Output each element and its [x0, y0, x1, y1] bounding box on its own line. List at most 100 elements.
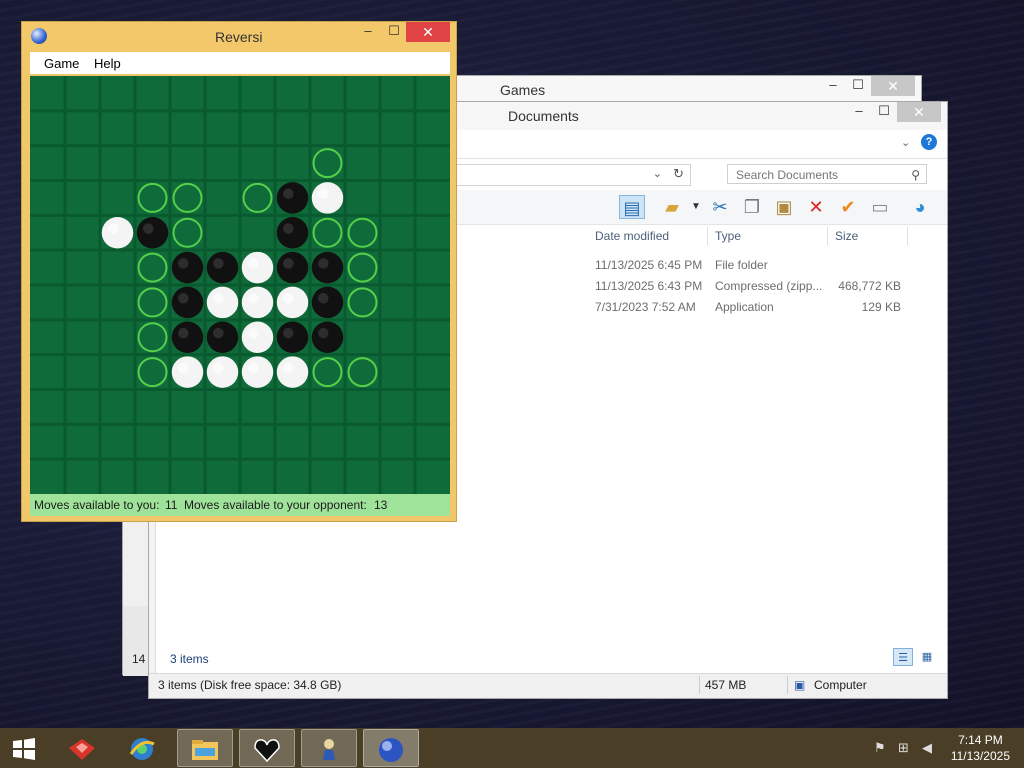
network-icon[interactable]: ◕ [907, 195, 933, 219]
black-disc [171, 321, 204, 353]
ribbon-expand-chevron-icon[interactable]: ⌄ [901, 136, 910, 149]
network-tray-icon[interactable]: ⊞ [898, 740, 909, 756]
disc-highlight [178, 292, 189, 304]
white-disc [276, 286, 309, 319]
black-disc [276, 182, 309, 214]
disc-highlight [108, 223, 119, 234]
row-date: 11/13/2025 6:45 PM [595, 258, 703, 272]
delete-icon[interactable]: ✕ [803, 195, 829, 219]
maximize-button[interactable]: ☐ [871, 102, 897, 122]
games-side-count: 14 [132, 652, 146, 666]
disc-highlight [318, 327, 329, 339]
menu-help[interactable]: Help [94, 56, 121, 71]
status-size: 457 MB [705, 678, 747, 692]
black-disc [206, 321, 239, 353]
cut-icon[interactable]: ✂ [707, 195, 733, 219]
reversi-board[interactable] [30, 76, 450, 494]
black-disc [171, 251, 204, 284]
column-separator [827, 227, 828, 245]
disc-highlight [178, 362, 189, 374]
disc-highlight [143, 223, 154, 234]
white-disc [101, 217, 134, 249]
white-disc [206, 356, 239, 388]
status-left: 3 items (Disk free space: 34.8 GB) [158, 678, 342, 692]
chess-game-icon[interactable] [301, 729, 357, 767]
black-disc [276, 321, 309, 353]
disc-highlight [283, 292, 294, 304]
row-size: 468,772 KB [838, 279, 901, 293]
hearts-game-icon[interactable] [239, 729, 295, 767]
preview-pane-icon[interactable]: ▤ [619, 195, 645, 219]
white-disc [241, 321, 274, 353]
column-size[interactable]: Size [835, 225, 858, 247]
minimize-button[interactable]: – [355, 22, 381, 42]
search-input[interactable]: Search Documents ⚲ [727, 164, 927, 184]
white-disc [276, 356, 309, 388]
black-disc [171, 286, 204, 319]
clock[interactable]: 7:14 PM 11/13/2025 [951, 732, 1010, 764]
menu-bar: Game Help [30, 52, 450, 74]
minimize-button[interactable]: – [820, 76, 846, 96]
refresh-icon[interactable]: ↻ [673, 166, 684, 182]
maximize-button[interactable]: ☐ [845, 76, 871, 96]
reversi-titlebar[interactable]: Reversi – ☐ ✕ [22, 22, 456, 52]
reversi-taskbar-icon[interactable] [363, 729, 419, 767]
address-dropdown-icon[interactable]: ⌄ [653, 167, 662, 180]
reversi-window[interactable]: Reversi – ☐ ✕ Game Help Moves available … [21, 21, 457, 522]
reversi-title: Reversi [215, 29, 263, 45]
menu-game[interactable]: Game [44, 56, 79, 71]
disc-highlight [283, 258, 294, 269]
disc-highlight [248, 327, 259, 339]
search-placeholder: Search Documents [736, 168, 839, 182]
close-button[interactable]: ✕ [871, 76, 915, 96]
reversi-app-icon [31, 28, 47, 44]
options-dropdown-icon[interactable]: ▼ [683, 195, 709, 219]
black-disc [311, 321, 344, 353]
column-date-modified[interactable]: Date modified [595, 225, 669, 247]
row-type: File folder [715, 258, 768, 272]
action-center-icon[interactable]: ⚑ [874, 740, 886, 756]
maximize-button[interactable]: ☐ [381, 22, 407, 42]
address-bar[interactable]: ⌄ ↻ [449, 164, 691, 186]
black-disc [206, 251, 239, 284]
disc-highlight [213, 258, 224, 269]
disc-highlight [178, 258, 189, 269]
moves-opponent-label: Moves available to your opponent: [184, 498, 367, 512]
status-bar: 3 items (Disk free space: 34.8 GB) 457 M… [149, 673, 947, 698]
minimize-button[interactable]: – [846, 102, 872, 122]
disc-highlight [213, 362, 224, 374]
file-explorer-icon[interactable] [177, 729, 233, 767]
help-icon[interactable]: ? [921, 134, 937, 150]
disc-highlight [213, 327, 224, 339]
status-location: Computer [814, 678, 867, 692]
start-button[interactable] [0, 729, 48, 767]
white-disc [241, 356, 274, 388]
properties-icon[interactable]: ▭ [867, 195, 893, 219]
row-date: 7/31/2023 7:52 AM [595, 300, 696, 314]
white-disc [241, 251, 274, 284]
details-view-icon[interactable]: ☰ [893, 648, 913, 666]
large-icons-view-icon[interactable]: ▦ [917, 648, 937, 666]
games-title: Games [500, 82, 546, 98]
disc-highlight [248, 258, 259, 269]
checkmark-icon[interactable]: ✔ [835, 195, 861, 219]
folder-options-icon[interactable]: ▰ [659, 195, 685, 219]
close-button[interactable]: ✕ [406, 22, 450, 42]
volume-icon[interactable]: ◀ [922, 740, 932, 756]
browser-icon[interactable] [114, 729, 170, 767]
moves-opponent-value: 13 [374, 498, 388, 512]
black-disc [311, 251, 344, 284]
copy-icon[interactable]: ❐ [739, 195, 765, 219]
column-type[interactable]: Type [715, 225, 741, 247]
game-app-icon[interactable] [54, 729, 110, 767]
disc-highlight [318, 292, 329, 304]
disc-highlight [283, 188, 294, 199]
paste-icon[interactable]: ▣ [771, 195, 797, 219]
moves-you-label: Moves available to you: [34, 498, 160, 512]
windows-logo-icon [13, 737, 35, 760]
black-disc [311, 286, 344, 319]
disc-highlight [318, 188, 329, 199]
row-type: Compressed (zipp... [715, 279, 823, 293]
close-button[interactable]: ✕ [897, 102, 941, 122]
search-icon: ⚲ [911, 168, 920, 182]
